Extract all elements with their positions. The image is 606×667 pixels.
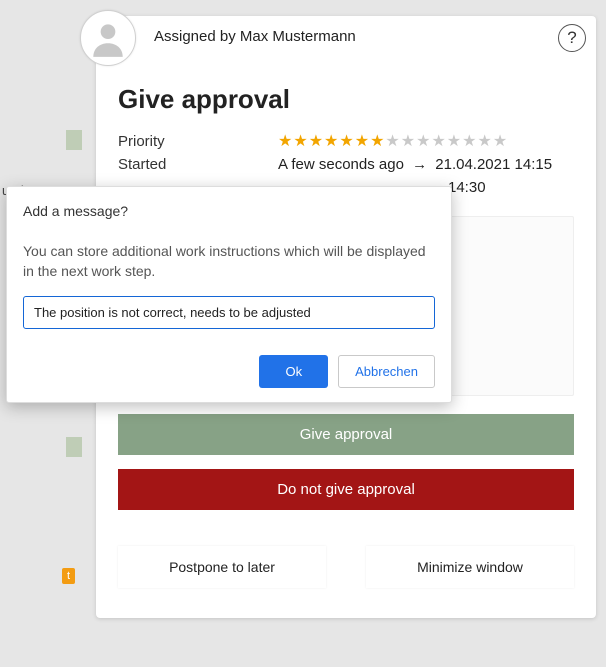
star-icon[interactable]: ★ [431, 134, 445, 150]
dialog-body-text: You can store additional work instructio… [23, 241, 435, 282]
star-icon[interactable]: ★ [462, 134, 476, 150]
panel-header: Assigned by Max Mustermann ? [96, 16, 596, 64]
secondary-actions: Postpone to later Minimize window [96, 546, 596, 588]
postpone-button[interactable]: Postpone to later [118, 546, 326, 588]
reject-approval-button[interactable]: Do not give approval [118, 469, 574, 510]
ok-button[interactable]: Ok [259, 355, 328, 388]
star-icon[interactable]: ★ [401, 134, 415, 150]
star-icon[interactable]: ★ [447, 134, 461, 150]
star-icon[interactable]: ★ [278, 134, 292, 150]
primary-actions: Give approval Do not give approval [96, 414, 596, 510]
star-icon[interactable]: ★ [370, 134, 384, 150]
second-target-time: 14:30 [448, 179, 486, 196]
cancel-button[interactable]: Abbrechen [338, 355, 435, 388]
star-icon[interactable]: ★ [324, 134, 338, 150]
arrow-right-icon: → [412, 156, 427, 173]
dialog-title: Add a message? [23, 203, 435, 219]
page-title: Give approval [118, 84, 574, 115]
star-icon[interactable]: ★ [477, 134, 491, 150]
started-row: Started A few seconds ago → 21.04.2021 1… [118, 156, 574, 173]
add-message-dialog: Add a message? You can store additional … [6, 186, 452, 403]
priority-label: Priority [118, 133, 278, 150]
star-icon[interactable]: ★ [493, 134, 507, 150]
started-relative: A few seconds ago [278, 156, 404, 173]
star-icon[interactable]: ★ [355, 134, 369, 150]
priority-row: Priority ★★★★★★★★★★★★★★★ [118, 133, 574, 150]
message-input[interactable] [23, 296, 435, 329]
bg-stripe-1 [66, 130, 82, 150]
person-icon [87, 17, 129, 59]
bg-stripe-2 [66, 437, 82, 457]
star-icon[interactable]: ★ [339, 134, 353, 150]
started-target: 21.04.2021 14:15 [435, 156, 552, 173]
started-label: Started [118, 156, 278, 173]
star-icon[interactable]: ★ [385, 134, 399, 150]
minimize-button[interactable]: Minimize window [366, 546, 574, 588]
avatar [80, 10, 136, 66]
question-icon: ? [567, 28, 576, 48]
bg-badge: t [62, 568, 75, 584]
help-button[interactable]: ? [558, 24, 586, 52]
star-icon[interactable]: ★ [309, 134, 323, 150]
dialog-actions: Ok Abbrechen [23, 355, 435, 388]
started-value: A few seconds ago → 21.04.2021 14:15 [278, 156, 574, 173]
star-icon[interactable]: ★ [416, 134, 430, 150]
star-icon[interactable]: ★ [293, 134, 307, 150]
priority-stars[interactable]: ★★★★★★★★★★★★★★★ [278, 133, 574, 150]
give-approval-button[interactable]: Give approval [118, 414, 574, 455]
assigned-by-label: Assigned by Max Mustermann [154, 28, 356, 45]
